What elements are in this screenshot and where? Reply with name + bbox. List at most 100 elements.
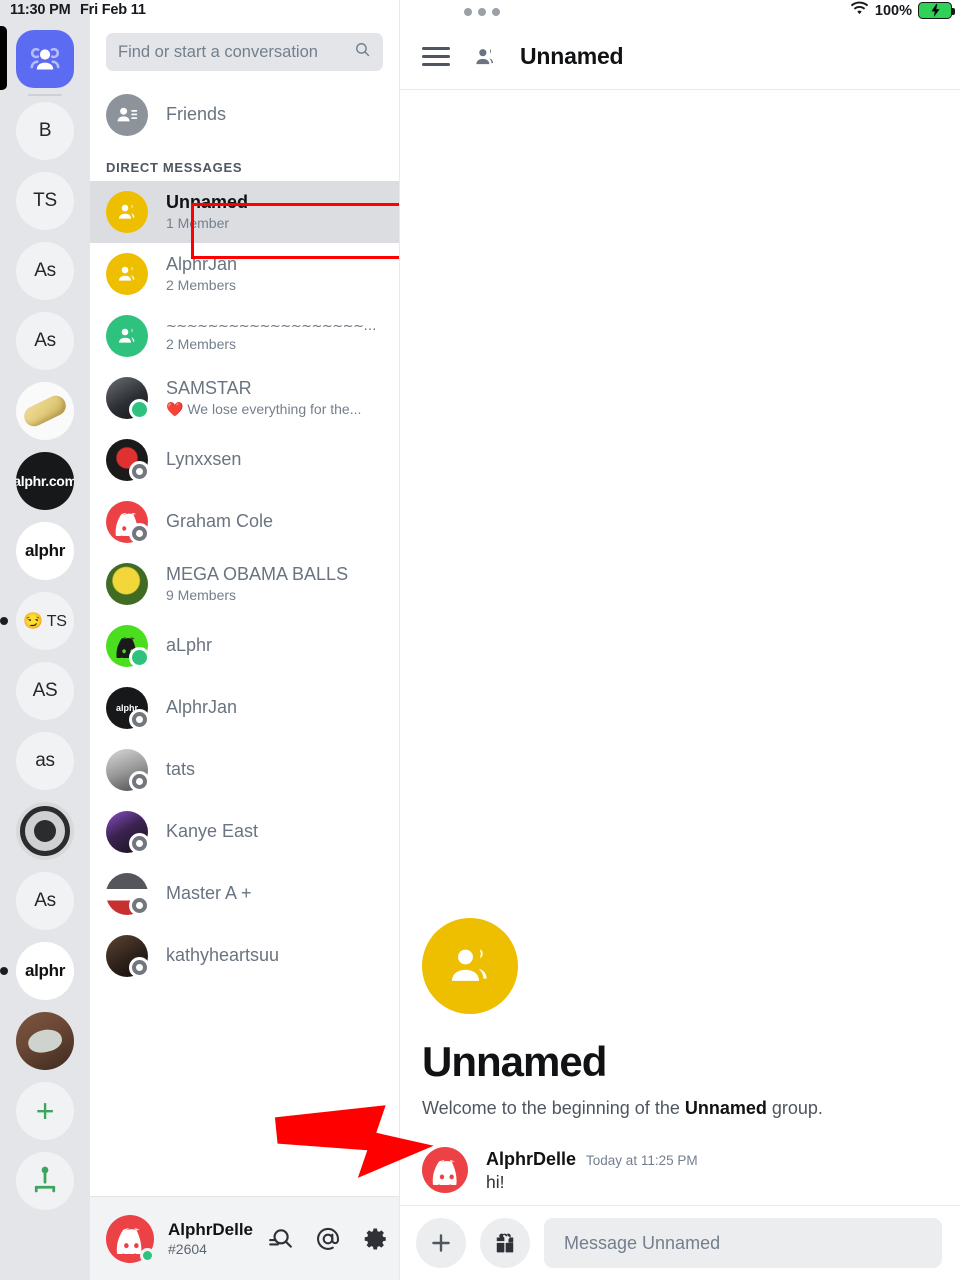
sidebar-item-server-alphr-white[interactable]: alphr bbox=[0, 516, 90, 586]
message-meta: AlphrDelle Today at 11:25 PM bbox=[486, 1149, 698, 1170]
server-initials: TS bbox=[16, 172, 74, 230]
friends-icon bbox=[106, 94, 148, 136]
group-avatar-photo bbox=[106, 563, 148, 605]
sidebar-item-friends[interactable]: Friends bbox=[90, 84, 399, 146]
status-badge-offline bbox=[129, 461, 150, 482]
add-server-button[interactable]: + bbox=[0, 1076, 90, 1146]
sidebar-dm-alphr[interactable]: aLphr bbox=[90, 615, 399, 677]
alphr-white-logo: alphr bbox=[16, 522, 74, 580]
eye-avatar-icon bbox=[16, 802, 74, 860]
sidebar-item-server-b[interactable]: B bbox=[0, 96, 90, 166]
dm-subtitle: 2 Members bbox=[166, 277, 237, 294]
sidebar-dm-alphrjan[interactable]: alphr AlphrJan bbox=[90, 677, 399, 739]
sidebar-dm-tats[interactable]: tats bbox=[90, 739, 399, 801]
dm-name: tats bbox=[166, 759, 196, 780]
message-list[interactable]: Unnamed Welcome to the beginning of the … bbox=[400, 90, 960, 1205]
sidebar-dm-alphrjan-group[interactable]: AlphrJan 2 Members bbox=[90, 243, 399, 305]
chat-header: Unnamed bbox=[400, 24, 960, 90]
group-people-icon bbox=[472, 44, 498, 70]
message-timestamp: Today at 11:25 PM bbox=[586, 1153, 698, 1168]
sidebar-dm-mega-obama-balls[interactable]: MEGA OBAMA BALLS 9 Members bbox=[90, 553, 399, 615]
sidebar-dm-kanye-east[interactable]: Kanye East bbox=[90, 801, 399, 863]
message-input-placeholder: Message Unnamed bbox=[564, 1232, 721, 1253]
sidebar-item-server-as3[interactable]: As bbox=[0, 866, 90, 936]
discord-app-window: 11:30 PM Fri Feb 11 100% B TS As As alph… bbox=[0, 0, 960, 1280]
server-initials: AS bbox=[16, 662, 74, 720]
message-body: AlphrDelle Today at 11:25 PM hi! bbox=[486, 1147, 698, 1193]
home-people-icon bbox=[16, 30, 74, 88]
sidebar-item-server-as-caps[interactable]: AS bbox=[0, 656, 90, 726]
gift-icon[interactable] bbox=[480, 1218, 530, 1268]
server-initials: As bbox=[16, 312, 74, 370]
message-author[interactable]: AlphrDelle bbox=[486, 1149, 576, 1170]
sidebar-dm-lynxxsen[interactable]: Lynxxsen bbox=[90, 429, 399, 491]
mentions-at-icon[interactable] bbox=[315, 1226, 341, 1252]
search-activity-icon[interactable] bbox=[267, 1226, 293, 1252]
sidebar-dm-unnamed[interactable]: Unnamed 1 Member bbox=[90, 181, 399, 243]
message-input[interactable]: Message Unnamed bbox=[544, 1218, 942, 1268]
server-initials: As bbox=[16, 242, 74, 300]
search-input[interactable]: Find or start a conversation bbox=[106, 33, 383, 71]
status-badge-offline bbox=[129, 833, 150, 854]
sidebar-dm-master-a[interactable]: Master A + bbox=[90, 863, 399, 925]
current-user-bar[interactable]: AlphrDelle #2604 bbox=[90, 1196, 399, 1280]
dm-subtitle: ❤️ We lose everything for the... bbox=[166, 401, 362, 418]
channel-welcome-block: Unnamed Welcome to the beginning of the … bbox=[422, 917, 938, 1125]
sidebar-dm-kathyheartsuu[interactable]: kathyheartsuu bbox=[90, 925, 399, 987]
message-composer: Message Unnamed bbox=[400, 1205, 960, 1280]
sidebar-dm-squiggle-group[interactable]: ~~~~~~~~~~~~~~~~~~~~~~~~~ 2 Members bbox=[90, 305, 399, 367]
welcome-group-name: Unnamed bbox=[684, 1098, 767, 1118]
group-avatar-icon bbox=[106, 315, 148, 357]
message-item[interactable]: AlphrDelle Today at 11:25 PM hi! bbox=[422, 1147, 938, 1193]
sidebar-item-server-as1[interactable]: As bbox=[0, 236, 90, 306]
hamburger-icon[interactable] bbox=[422, 47, 450, 66]
status-badge-offline bbox=[129, 523, 150, 544]
direct-messages-header: DIRECT MESSAGES bbox=[106, 160, 243, 175]
welcome-suffix: group. bbox=[766, 1098, 823, 1118]
status-badge-offline bbox=[129, 771, 150, 792]
sidebar-item-server-as-lower[interactable]: as bbox=[0, 726, 90, 796]
plus-icon: + bbox=[16, 1082, 74, 1140]
sidebar-item-server-as2[interactable]: As bbox=[0, 306, 90, 376]
dm-name: Lynxxsen bbox=[166, 449, 242, 470]
dm-name: MEGA OBAMA BALLS bbox=[166, 564, 349, 585]
welcome-title: Unnamed bbox=[422, 1037, 607, 1085]
dm-subtitle: 1 Member bbox=[166, 215, 230, 232]
server-rail[interactable]: B TS As As alphr.com alphr 😏 TS AS as As… bbox=[0, 0, 90, 1280]
dm-name: Graham Cole bbox=[166, 511, 274, 532]
welcome-subtitle: Welcome to the beginning of the Unnamed … bbox=[422, 1098, 938, 1119]
status-badge-offline bbox=[129, 895, 150, 916]
page-title: Unnamed bbox=[520, 43, 624, 69]
sidebar-item-server-bread[interactable] bbox=[0, 376, 90, 446]
sidebar-dm-samstar[interactable]: SAMSTAR ❤️ We lose everything for the... bbox=[90, 367, 399, 429]
server-initials: B bbox=[16, 102, 74, 160]
group-people-icon bbox=[422, 917, 518, 1014]
search-icon bbox=[354, 41, 371, 63]
sidebar-item-home-dms[interactable] bbox=[0, 24, 90, 94]
avatar[interactable] bbox=[106, 1214, 155, 1263]
server-initials: as bbox=[16, 732, 74, 790]
search-bar-wrap: Find or start a conversation bbox=[90, 24, 399, 80]
sidebar-item-label: Friends bbox=[166, 104, 227, 125]
sidebar-item-server-alphr2[interactable]: alphr bbox=[0, 936, 90, 1006]
sidebar-item-server-ts[interactable]: TS bbox=[0, 166, 90, 236]
chat-panel: Unnamed Unnamed Welcome to the beginning… bbox=[400, 0, 960, 1280]
sidebar-item-server-emoji-ts[interactable]: 😏 TS bbox=[0, 586, 90, 656]
sidebar-item-server-eye[interactable] bbox=[0, 796, 90, 866]
server-initials: As bbox=[16, 872, 74, 930]
sidebar-item-server-cat[interactable] bbox=[0, 1006, 90, 1076]
dm-list[interactable]: Friends DIRECT MESSAGES Unnamed 1 Member bbox=[90, 80, 399, 1196]
alphr-white-logo: alphr bbox=[16, 942, 74, 1000]
message-text: hi! bbox=[486, 1172, 505, 1192]
sidebar-item-server-alphrcom[interactable]: alphr.com bbox=[0, 446, 90, 516]
dm-name: AlphrJan bbox=[166, 254, 238, 275]
dm-name: ~~~~~~~~~~~~~~~~~~~~~~~~~ bbox=[166, 319, 383, 335]
user-actions bbox=[267, 1226, 395, 1252]
welcome-prefix: Welcome to the beginning of the bbox=[422, 1098, 685, 1118]
explore-servers-button[interactable] bbox=[0, 1146, 90, 1216]
sidebar-dm-graham-cole[interactable]: Graham Cole bbox=[90, 491, 399, 553]
discord-logo-avatar[interactable] bbox=[422, 1147, 468, 1193]
username: AlphrDelle bbox=[168, 1220, 254, 1239]
gear-icon[interactable] bbox=[363, 1226, 389, 1252]
plus-icon[interactable] bbox=[416, 1218, 466, 1268]
